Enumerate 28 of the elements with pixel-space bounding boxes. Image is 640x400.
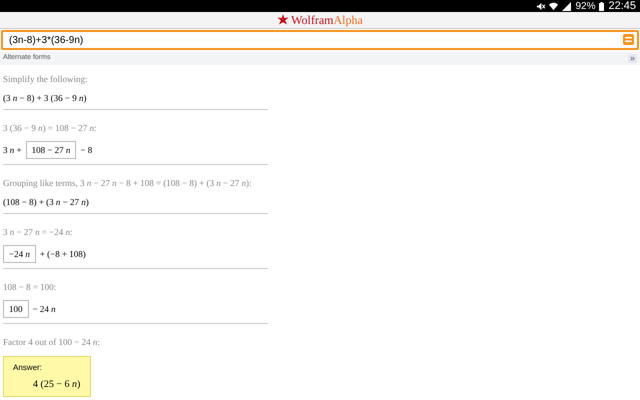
- query-field[interactable]: (3n-8)+3*(36-9n): [1, 30, 639, 50]
- step-caption: Simplify the following:: [3, 73, 88, 85]
- wifi-icon: [549, 2, 558, 10]
- star-logo-icon: [277, 14, 290, 26]
- step-caption: Grouping like terms, 3 n − 27 n − 8 + 108 = (108 − 8) + (3 n − 27 n):: [3, 177, 252, 189]
- expression: 3 n +: [3, 144, 22, 156]
- boxed-expression: −24 n: [3, 245, 36, 263]
- clock: 22:45: [608, 0, 636, 14]
- expression: − 24 n: [32, 303, 56, 315]
- answer-label: Answer:: [13, 362, 43, 374]
- battery-percent: 92%: [575, 0, 596, 14]
- step-caption: Factor 4 out of 100 − 24 n:: [3, 336, 100, 348]
- more-button[interactable]: »: [628, 54, 637, 63]
- logo-text-suffix: Alpha: [334, 13, 363, 27]
- boxed-expression: 100: [3, 300, 28, 318]
- compute-button[interactable]: [623, 34, 634, 45]
- expression: (108 − 8) + (3 n − 27 n): [3, 196, 89, 208]
- step-caption: 3 (36 − 9 n) = 108 − 27 n:: [3, 122, 96, 134]
- equals-icon: [625, 37, 632, 42]
- mute-icon: [536, 2, 546, 10]
- answer-expression: 4 (25 − 6 n): [32, 378, 81, 392]
- expression: − 8: [80, 144, 92, 156]
- expression: (3 n − 8) + 3 (36 − 9 n): [3, 92, 86, 104]
- expression: + (−8 + 108): [40, 248, 86, 260]
- step-caption: 3 n − 27 n = −24 n:: [3, 226, 72, 238]
- step-caption: 108 − 8 = 100:: [3, 281, 56, 293]
- boxed-expression: 108 − 27 n: [26, 141, 76, 159]
- logo-text: Wolfram: [291, 13, 334, 27]
